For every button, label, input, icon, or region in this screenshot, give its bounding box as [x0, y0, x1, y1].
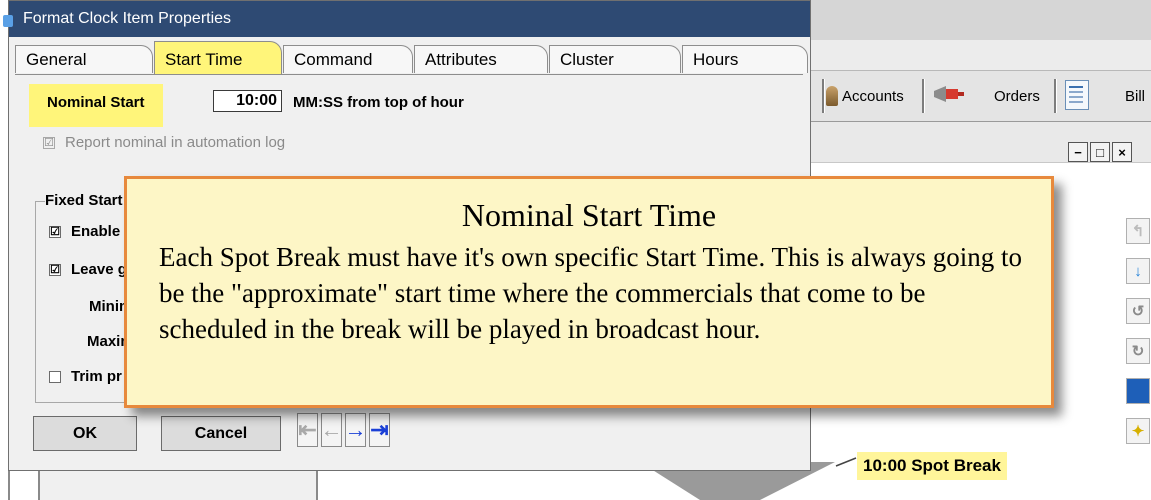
leave-gap-checkbox[interactable]: ☑ [49, 263, 61, 276]
accounts-label: Accounts [842, 87, 904, 105]
dialog-title: Format Clock Item Properties [23, 10, 232, 27]
trim-checkbox[interactable] [49, 370, 61, 383]
report-nominal-label: Report nominal in automation log [65, 134, 286, 151]
maximize-button[interactable]: □ [1090, 142, 1110, 162]
toolbar-separator [822, 79, 825, 113]
nominal-start-input[interactable]: 10:00 [213, 90, 282, 112]
leave-gap-label: Leave g [71, 261, 127, 278]
nominal-start-units: MM:SS from top of hour [293, 94, 464, 111]
background-list-column [38, 470, 318, 500]
tab-command[interactable]: Command [283, 45, 413, 73]
enable-checkbox[interactable]: ☑ [49, 225, 61, 238]
background-panel-header: − □ × [810, 122, 1151, 163]
cylinder-icon[interactable] [1126, 378, 1150, 404]
accounts-button[interactable]: Accounts [826, 77, 904, 115]
trim-label: Trim pr [71, 368, 122, 385]
people-icon [826, 86, 838, 106]
background-toolbar: Accounts Orders Bill [810, 71, 1151, 122]
tab-cluster[interactable]: Cluster [549, 45, 681, 73]
previous-record-icon[interactable]: ← [321, 413, 343, 447]
nominal-start-label: Nominal Start [47, 94, 145, 111]
toolbar-separator [922, 79, 925, 113]
background-menu-strip [810, 40, 1151, 71]
callout-title: Nominal Start Time [461, 197, 717, 233]
cancel-button[interactable]: Cancel [161, 416, 281, 451]
callout-box: Nominal Start Time Each Spot Break must … [124, 176, 1054, 408]
fixed-start-legend: Fixed Start [45, 192, 125, 209]
megaphone-icon[interactable] [932, 83, 966, 105]
billing-button[interactable]: Bill [1125, 77, 1145, 115]
report-nominal-checkbox[interactable]: ☑ [43, 136, 55, 149]
ok-button[interactable]: OK [33, 416, 137, 451]
tab-attributes[interactable]: Attributes [414, 45, 548, 73]
next-record-icon[interactable]: → [345, 413, 367, 447]
rotate-right-icon[interactable]: ↻ [1126, 338, 1150, 364]
invoice-icon[interactable] [1065, 80, 1089, 110]
billing-label: Bill [1125, 87, 1146, 105]
minimize-button[interactable]: − [1068, 142, 1088, 162]
orders-label: Orders [994, 87, 1040, 105]
callout-body: Each Spot Break must have it's own speci… [159, 242, 1023, 344]
background-left-column [8, 470, 40, 500]
tab-general[interactable]: General [15, 45, 153, 73]
down-arrow-icon[interactable]: ↓ [1126, 258, 1150, 284]
undo-icon[interactable]: ↰ [1126, 218, 1150, 244]
dialog-titlebar[interactable]: Format Clock Item Properties [3, 1, 810, 37]
tab-start-time[interactable]: Start Time [154, 41, 282, 77]
orders-button[interactable]: Orders [994, 77, 1040, 115]
wand-icon[interactable]: ✦ [1126, 418, 1150, 444]
close-button[interactable]: × [1112, 142, 1132, 162]
tab-strip: General Start Time Command Attributes Cl… [15, 41, 810, 77]
first-record-icon[interactable]: ⇤ [297, 413, 318, 447]
last-record-icon[interactable]: ⇥ [369, 413, 390, 447]
rotate-left-icon[interactable]: ↺ [1126, 298, 1150, 324]
toolbar-separator [1054, 79, 1057, 113]
background-title-area [810, 0, 1151, 40]
enable-label: Enable [71, 223, 121, 240]
side-toolbar: ↰ ↓ ↺ ↻ ✦ [1124, 218, 1151, 468]
tab-hours[interactable]: Hours [682, 45, 808, 73]
report-nominal-row[interactable]: ☑ Report nominal in automation log [43, 134, 285, 151]
spot-break-label: 10:00 Spot Break [857, 452, 1007, 480]
app-icon [3, 15, 13, 27]
